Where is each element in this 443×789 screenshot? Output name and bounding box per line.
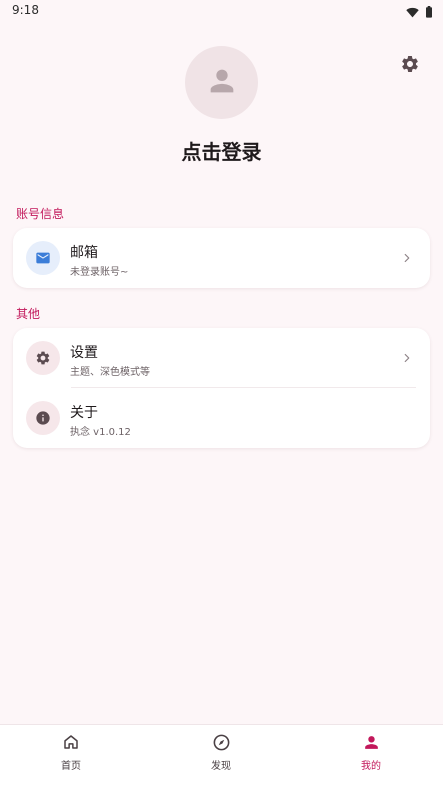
account-card: 邮箱 未登录账号~ bbox=[13, 228, 430, 288]
wifi-icon bbox=[406, 3, 419, 22]
settings-button[interactable] bbox=[396, 52, 424, 80]
nav-label-mine: 我的 bbox=[361, 761, 381, 772]
email-title: 邮箱 bbox=[70, 245, 98, 261]
other-card: 设置 主题、深色模式等 关于 执念 v1.0.12 bbox=[13, 328, 430, 448]
section-label-account: 账号信息 bbox=[16, 207, 65, 221]
list-item-email[interactable]: 邮箱 未登录账号~ bbox=[13, 228, 430, 288]
settings-subtitle: 主题、深色模式等 bbox=[70, 367, 150, 378]
about-title: 关于 bbox=[70, 405, 98, 421]
screen: 9:18 点击登录 账号信息 邮箱 未登录账号~ 其他 设置 主题、深色模式等 … bbox=[0, 0, 443, 789]
nav-label-discover: 发现 bbox=[211, 761, 231, 772]
list-item-settings[interactable]: 设置 主题、深色模式等 bbox=[13, 328, 430, 388]
bottom-nav: 首页 发现 我的 bbox=[0, 724, 443, 789]
person-icon bbox=[205, 64, 239, 102]
status-time: 9:18 bbox=[12, 3, 39, 17]
list-item-about[interactable]: 关于 执念 v1.0.12 bbox=[13, 388, 430, 448]
status-bar: 9:18 bbox=[0, 0, 443, 22]
section-label-other: 其他 bbox=[16, 307, 41, 321]
home-icon bbox=[31, 731, 111, 753]
nav-item-home[interactable]: 首页 bbox=[31, 731, 111, 775]
about-subtitle: 执念 v1.0.12 bbox=[70, 427, 131, 438]
nav-item-discover[interactable]: 发现 bbox=[181, 731, 261, 775]
nav-label-home: 首页 bbox=[61, 761, 81, 772]
settings-title: 设置 bbox=[70, 345, 98, 361]
mail-icon bbox=[26, 241, 60, 275]
compass-icon bbox=[181, 731, 261, 753]
status-icons bbox=[406, 3, 433, 22]
nav-item-mine[interactable]: 我的 bbox=[331, 731, 411, 775]
gear-icon bbox=[400, 54, 420, 78]
chevron-right-icon bbox=[398, 349, 416, 367]
person-icon bbox=[331, 731, 411, 753]
info-icon bbox=[26, 401, 60, 435]
gear-icon bbox=[26, 341, 60, 375]
email-subtitle: 未登录账号~ bbox=[70, 267, 129, 278]
battery-icon bbox=[425, 3, 433, 22]
avatar[interactable] bbox=[185, 46, 258, 119]
login-button[interactable]: 点击登录 bbox=[0, 136, 443, 165]
chevron-right-icon bbox=[398, 249, 416, 267]
